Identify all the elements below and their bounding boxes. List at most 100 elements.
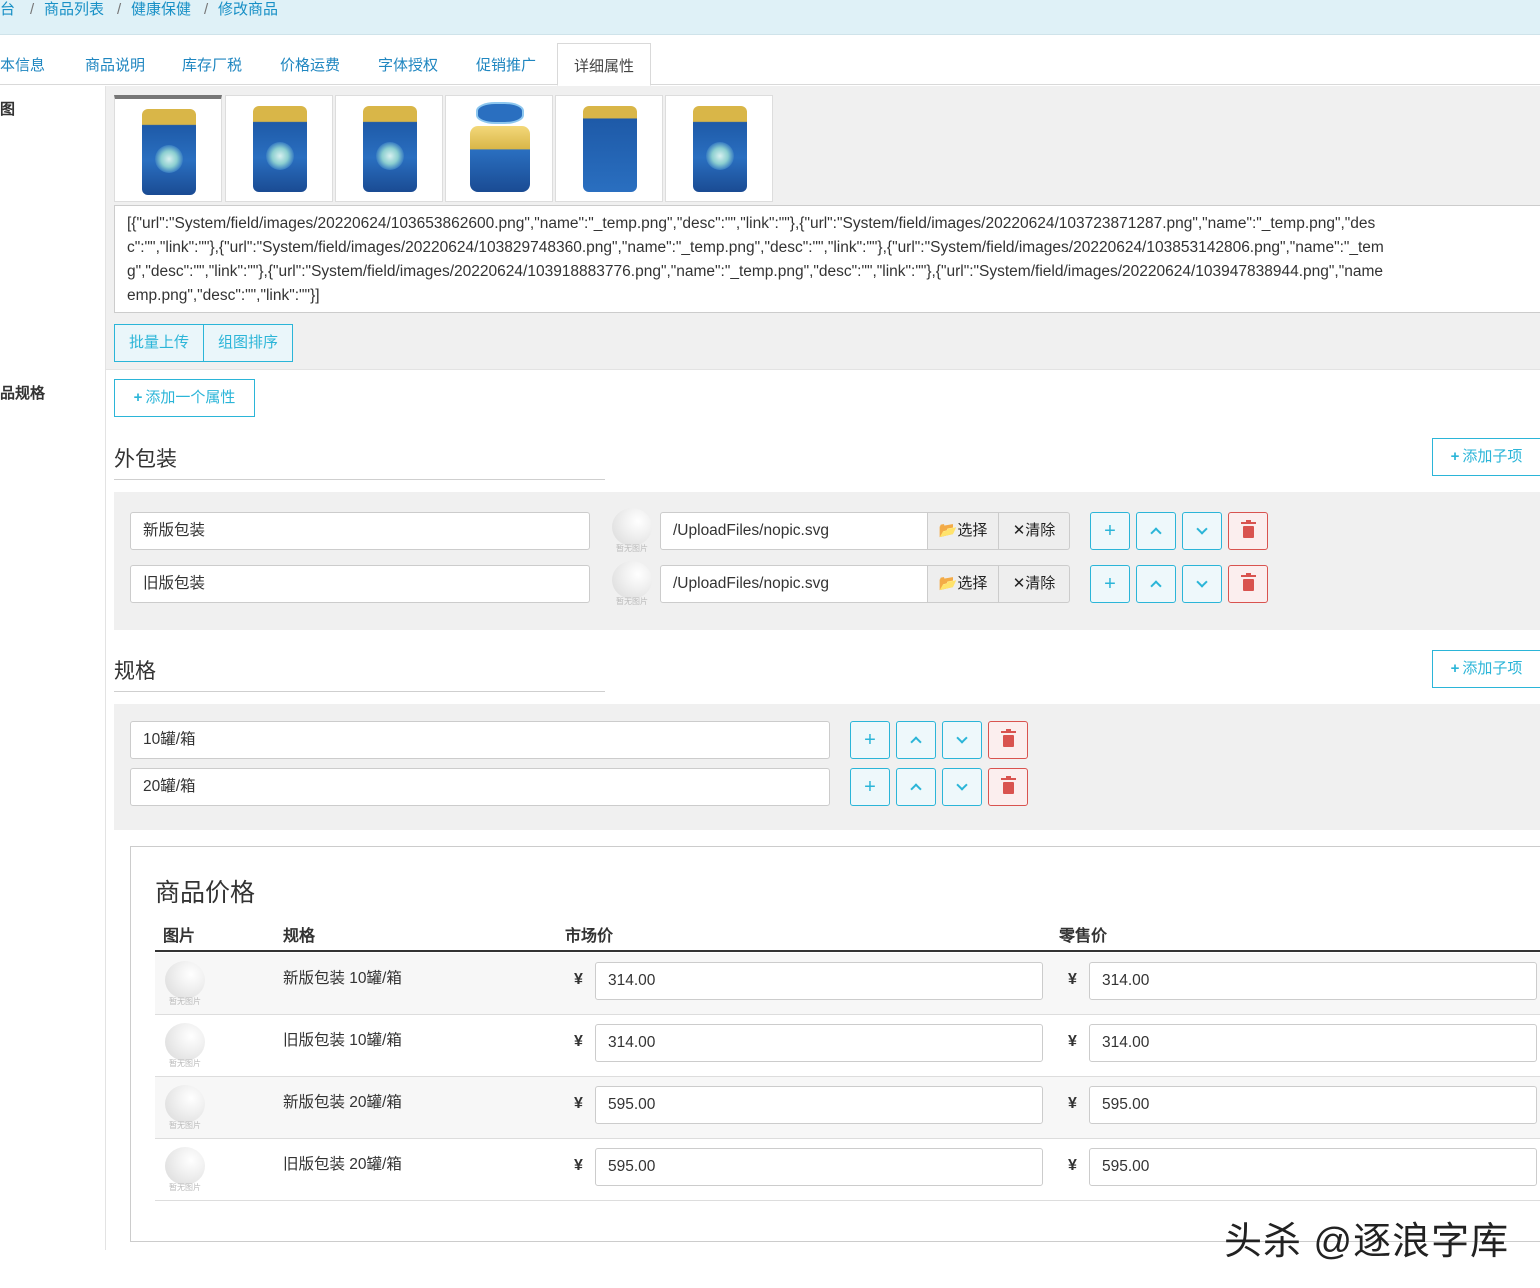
add-child-label: 添加子项 (1462, 660, 1523, 677)
currency-symbol: ¥ (1068, 971, 1077, 988)
breadcrumb-item-product-list[interactable]: 商品列表 (44, 0, 104, 20)
gallery-json-textarea[interactable]: [{"url":"System/field/images/20220624/10… (114, 205, 1540, 313)
nopic-image: 暂无图片 (163, 1147, 207, 1192)
image-path-input[interactable]: /UploadFiles/nopic.svg (660, 512, 928, 550)
add-child-button[interactable]: + 添加子项 (1432, 650, 1540, 688)
folder-open-icon: 📂 (938, 575, 958, 592)
product-image (253, 106, 307, 192)
delete-item-button[interactable] (1228, 565, 1268, 603)
option-value-input[interactable]: 20罐/箱 (130, 768, 830, 806)
product-thumbnail[interactable] (555, 95, 663, 202)
add-item-button[interactable]: + (850, 768, 890, 806)
tab-basic-info[interactable]: 本信息 (0, 54, 45, 75)
col-header-retail-price: 零售价 (1059, 928, 1108, 945)
option-value-input[interactable]: 10罐/箱 (130, 721, 830, 759)
product-thumbnail[interactable] (335, 95, 443, 202)
market-price-input[interactable]: 314.00 (595, 962, 1043, 1000)
spec-cell: 旧版包装 20罐/箱 (283, 1156, 402, 1173)
chevron-down-icon (1196, 523, 1208, 535)
move-up-button[interactable] (1136, 512, 1176, 550)
nopic-image: 暂无图片 (610, 561, 654, 606)
currency-symbol: ¥ (574, 1157, 583, 1174)
currency-symbol: ¥ (1068, 1157, 1077, 1174)
delete-item-button[interactable] (988, 721, 1028, 759)
table-row: 暂无图片 新版包装 10罐/箱 ¥ 314.00 ¥ 314.00 (155, 953, 1540, 1015)
market-price-input[interactable]: 314.00 (595, 1024, 1043, 1062)
trash-icon (1240, 573, 1256, 591)
col-header-market-price: 市场价 (565, 928, 614, 945)
table-row: 暂无图片 旧版包装 20罐/箱 ¥ 595.00 ¥ 595.00 (155, 1139, 1540, 1201)
retail-price-input[interactable]: 595.00 (1089, 1148, 1537, 1186)
plus-icon: + (1104, 573, 1116, 595)
move-down-button[interactable] (942, 721, 982, 759)
tab-stock[interactable]: 库存厂税 (182, 54, 242, 75)
product-image (470, 126, 530, 192)
nopic-image: 暂无图片 (163, 1085, 207, 1130)
product-thumbnail[interactable] (665, 95, 773, 202)
tab-description[interactable]: 商品说明 (85, 54, 145, 75)
product-thumbnail[interactable] (114, 95, 222, 202)
breadcrumb-separator: / (117, 1, 122, 18)
sort-images-button[interactable]: 组图排序 (203, 324, 293, 362)
add-item-button[interactable]: + (850, 721, 890, 759)
clear-image-button[interactable]: ✕清除 (998, 565, 1070, 603)
label-column: 图 品规格 (0, 86, 106, 1250)
move-down-button[interactable] (1182, 565, 1222, 603)
select-image-button[interactable]: 📂选择 (927, 565, 999, 603)
move-up-button[interactable] (896, 721, 936, 759)
plus-icon: + (864, 729, 876, 751)
batch-upload-button[interactable]: 批量上传 (114, 324, 204, 362)
product-image-lid (476, 102, 524, 124)
move-up-button[interactable] (896, 768, 936, 806)
breadcrumb-item-edit-product[interactable]: 修改商品 (218, 0, 278, 20)
nopic-image: 暂无图片 (610, 508, 654, 553)
tab-bar: 本信息 商品说明 库存厂税 价格运费 字体授权 促销推广 详细属性 (0, 35, 1540, 86)
option-value-input[interactable]: 新版包装 (130, 512, 590, 550)
breadcrumb-item-workbench[interactable]: 台 (0, 0, 15, 20)
breadcrumb-item-health[interactable]: 健康保健 (131, 0, 191, 20)
product-thumbnail[interactable] (445, 95, 553, 202)
close-icon: ✕ (1012, 575, 1026, 592)
image-path-input[interactable]: /UploadFiles/nopic.svg (660, 565, 928, 603)
retail-price-input[interactable]: 314.00 (1089, 1024, 1537, 1062)
table-row: 暂无图片 新版包装 20罐/箱 ¥ 595.00 ¥ 595.00 (155, 1077, 1540, 1139)
retail-price-input[interactable]: 595.00 (1089, 1086, 1537, 1124)
close-icon: ✕ (1012, 522, 1026, 539)
market-price-input[interactable]: 595.00 (595, 1086, 1043, 1124)
move-down-button[interactable] (1182, 512, 1222, 550)
select-image-button[interactable]: 📂选择 (927, 512, 999, 550)
option-value-input[interactable]: 旧版包装 (130, 565, 590, 603)
trash-icon (1240, 520, 1256, 538)
tab-promotion[interactable]: 促销推广 (476, 54, 536, 75)
specs-label: 品规格 (0, 385, 46, 402)
delete-item-button[interactable] (988, 768, 1028, 806)
images-label: 图 (0, 101, 16, 118)
product-thumbnail[interactable] (225, 95, 333, 202)
json-line: c":"","link":""},{"url":"System/field/im… (127, 239, 1384, 256)
clear-image-button[interactable]: ✕清除 (998, 512, 1070, 550)
add-item-button[interactable]: + (1090, 512, 1130, 550)
currency-symbol: ¥ (574, 1033, 583, 1050)
add-item-button[interactable]: + (1090, 565, 1130, 603)
plus-icon: + (1450, 660, 1460, 677)
json-line: [{"url":"System/field/images/20220624/10… (127, 215, 1376, 232)
move-down-button[interactable] (942, 768, 982, 806)
trash-icon (1000, 776, 1016, 794)
group-title-spec: 规格 (114, 660, 156, 683)
group-divider (114, 479, 605, 480)
tab-price-shipping[interactable]: 价格运费 (280, 54, 340, 75)
retail-price-input[interactable]: 314.00 (1089, 962, 1537, 1000)
move-up-button[interactable] (1136, 565, 1176, 603)
trash-icon (1000, 729, 1016, 747)
tab-font-license[interactable]: 字体授权 (378, 54, 438, 75)
nopic-image: 暂无图片 (163, 961, 207, 1006)
col-header-image: 图片 (163, 928, 196, 945)
tab-detail-attributes[interactable]: 详细属性 (557, 43, 652, 86)
delete-item-button[interactable] (1228, 512, 1268, 550)
market-price-input[interactable]: 595.00 (595, 1148, 1043, 1186)
product-image (142, 109, 196, 195)
add-attribute-button[interactable]: + 添加一个属性 (114, 379, 255, 417)
group-title-packaging: 外包装 (114, 448, 177, 471)
add-child-button[interactable]: + 添加子项 (1432, 438, 1540, 476)
json-line: g","desc":"","link":""},{"url":"System/f… (127, 263, 1383, 280)
